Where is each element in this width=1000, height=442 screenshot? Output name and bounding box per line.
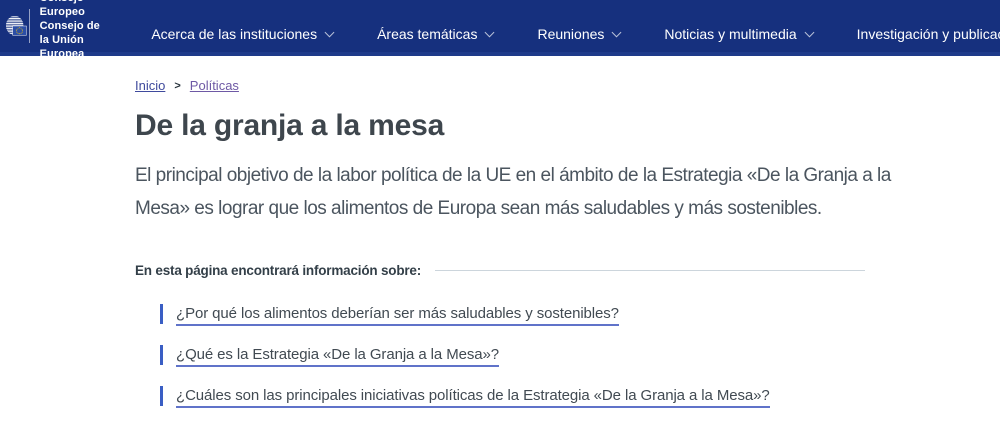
list-item: ¿Qué es la Estrategia «De la Granja a la…	[160, 345, 865, 365]
main-nav: Acerca de las instituciones Áreas temáti…	[151, 26, 1000, 42]
toc-divider-line	[435, 270, 865, 271]
toc-link-iniciativas-politicas[interactable]: ¿Cuáles son las principales iniciativas …	[176, 387, 770, 408]
nav-item-label: Noticias y multimedia	[664, 26, 796, 42]
nav-item-noticias[interactable]: Noticias y multimedia	[664, 26, 812, 42]
toc-link-que-es-estrategia[interactable]: ¿Qué es la Estrategia «De la Granja a la…	[176, 346, 499, 367]
toc-link-saludables-sostenibles[interactable]: ¿Por qué los alimentos deberían ser más …	[176, 305, 619, 326]
nav-item-label: Investigación y publicaciones	[857, 26, 1000, 42]
breadcrumb: Inicio > Políticas	[135, 78, 865, 93]
toc-header: En esta página encontrará información so…	[135, 263, 865, 278]
site-header: Consejo Europeo Consejo de la Unión Euro…	[0, 0, 1000, 56]
logo-text: Consejo Europeo Consejo de la Unión Euro…	[40, 0, 112, 61]
nav-item-instituciones[interactable]: Acerca de las instituciones	[151, 26, 333, 42]
chevron-down-icon	[485, 27, 495, 37]
nav-item-reuniones[interactable]: Reuniones	[537, 26, 620, 42]
logo-line-1: Consejo Europeo	[40, 0, 112, 19]
council-sphere-eu-flag-icon	[5, 2, 27, 50]
page-title: De la granja a la mesa	[135, 109, 865, 143]
nav-item-label: Reuniones	[537, 26, 604, 42]
breadcrumb-separator: >	[174, 80, 180, 92]
chevron-down-icon	[612, 27, 622, 37]
list-item: ¿Por qué los alimentos deberían ser más …	[160, 304, 865, 324]
chevron-down-icon	[325, 27, 335, 37]
list-item: ¿Cuáles son las principales iniciativas …	[160, 386, 865, 406]
nav-item-areas-tematicas[interactable]: Áreas temáticas	[377, 26, 493, 42]
council-logo[interactable]: Consejo Europeo Consejo de la Unión Euro…	[5, 0, 111, 61]
breadcrumb-link-politicas[interactable]: Políticas	[190, 78, 239, 93]
toc-list: ¿Por qué los alimentos deberían ser más …	[160, 304, 865, 406]
breadcrumb-link-inicio[interactable]: Inicio	[135, 78, 165, 93]
nav-item-label: Acerca de las instituciones	[151, 26, 317, 42]
chevron-down-icon	[804, 27, 814, 37]
main-content: Inicio > Políticas De la granja a la mes…	[135, 56, 865, 406]
nav-item-investigacion[interactable]: Investigación y publicaciones	[857, 26, 1000, 42]
lead-paragraph: El principal objetivo de la labor políti…	[135, 159, 900, 225]
logo-line-2: Consejo de la Unión Europea	[40, 19, 112, 61]
toc-label: En esta página encontrará información so…	[135, 263, 421, 278]
nav-item-label: Áreas temáticas	[377, 26, 477, 42]
